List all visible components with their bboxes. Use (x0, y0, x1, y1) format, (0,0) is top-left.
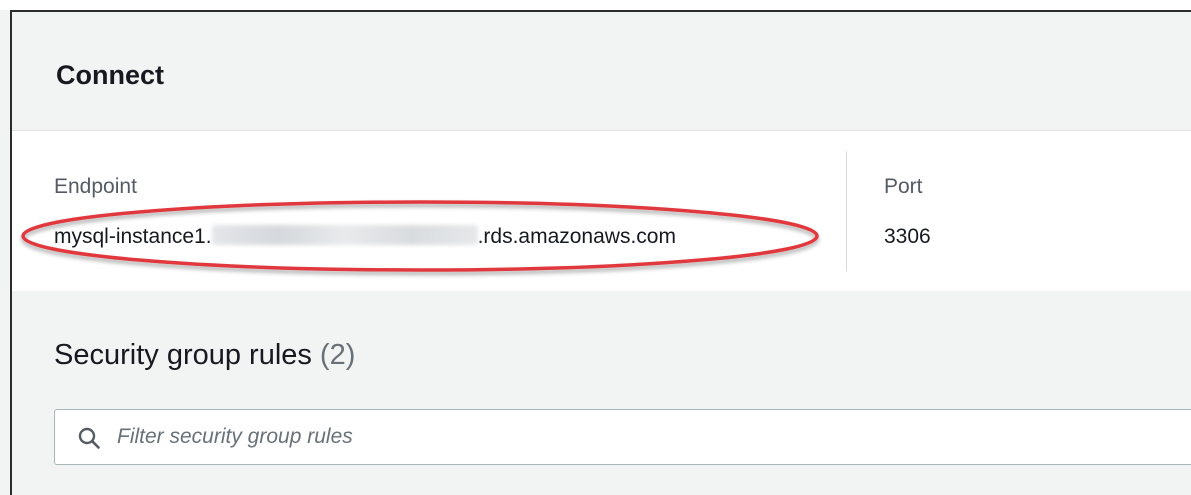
security-group-rules-title: Security group rules (54, 339, 312, 371)
filter-box[interactable] (54, 409, 1191, 465)
search-icon (78, 427, 100, 449)
endpoint-label: Endpoint (54, 175, 137, 198)
rds-connect-panel: Connect Endpoint mysql-instance1. .rds.am… (0, 0, 1191, 495)
security-group-rules-heading: Security group rules (2) (54, 339, 355, 372)
connection-details: Endpoint mysql-instance1. .rds.amazonaws.… (12, 131, 1191, 291)
connect-title: Connect (56, 60, 164, 90)
endpoint-value-suffix: .rds.amazonaws.com (477, 225, 676, 248)
port-label: Port (884, 175, 923, 198)
endpoint-value[interactable]: mysql-instance1. .rds.amazonaws.com (54, 225, 676, 249)
endpoint-value-prefix: mysql-instance1. (54, 225, 212, 248)
top-strip (0, 0, 1191, 10)
details-divider (846, 151, 847, 271)
port-value[interactable]: 3306 (884, 225, 931, 249)
security-group-rules-count: (2) (319, 339, 356, 371)
endpoint-redacted-segment (211, 225, 478, 245)
filter-security-group-rules-input[interactable] (117, 422, 1177, 452)
security-group-rules-section: Security group rules (2) (12, 291, 1191, 495)
connect-header: Connect (12, 12, 1191, 131)
